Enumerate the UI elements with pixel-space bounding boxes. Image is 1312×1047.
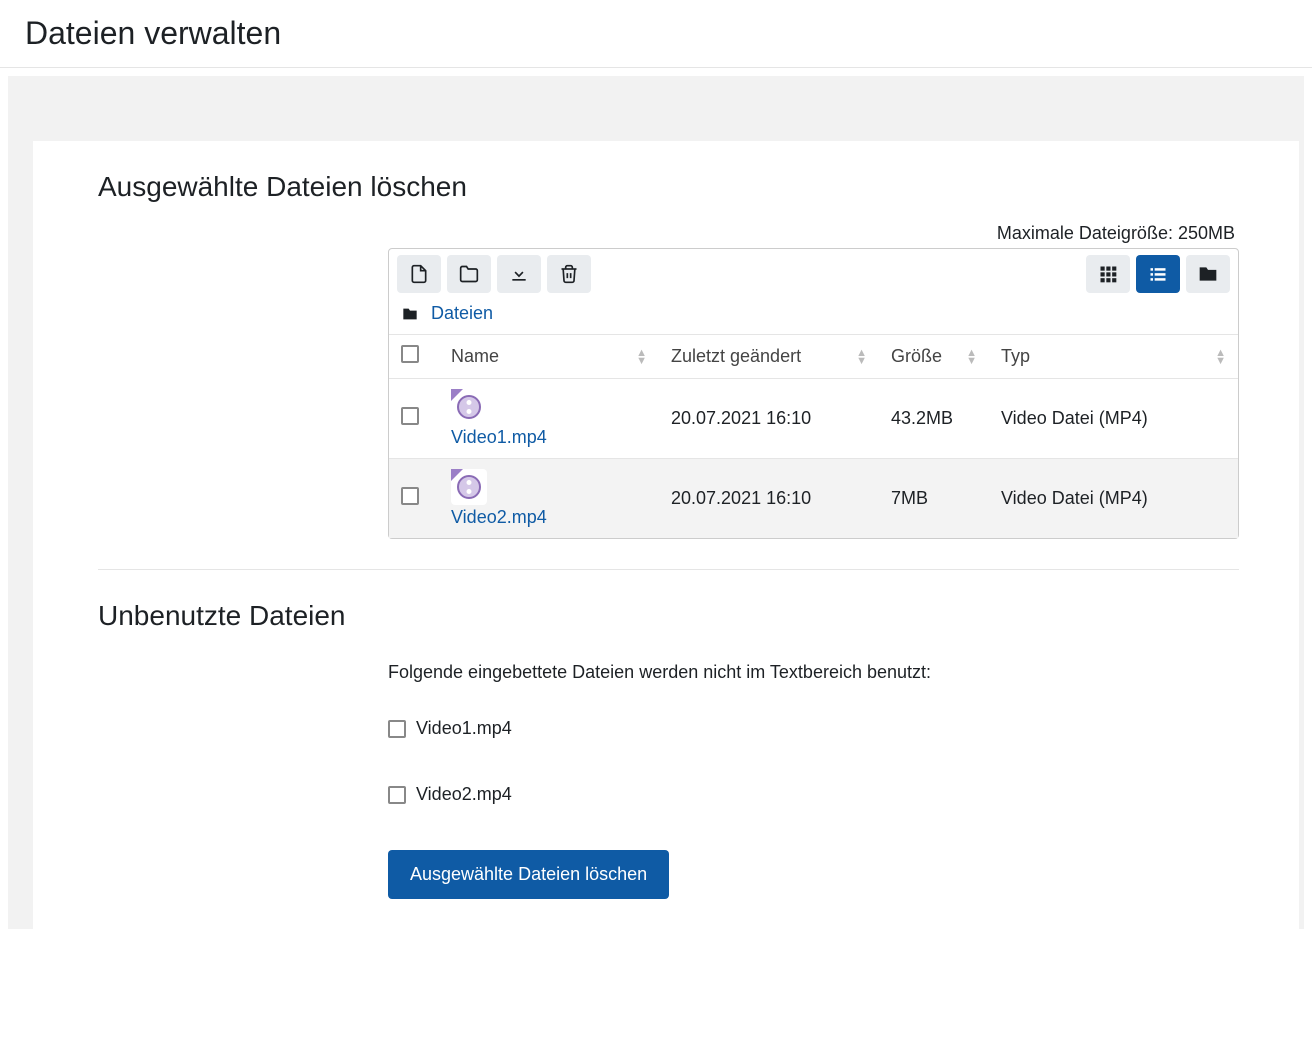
unused-file-checkbox[interactable] [388,786,406,804]
toolbar-right [1086,255,1230,293]
unused-files-section: Unbenutzte Dateien Folgende eingebettete… [98,600,1239,899]
table-row: Video2.mp4 20.07.2021 16:10 7MB Video Da… [389,459,1238,539]
sort-icon: ▲▼ [966,349,977,365]
video-file-icon [451,389,487,425]
file-modified: 20.07.2021 16:10 [659,379,879,459]
select-all-checkbox[interactable] [401,345,419,363]
unused-content: Folgende eingebettete Dateien werden nic… [388,662,1239,899]
table-row: Video1.mp4 20.07.2021 16:10 43.2MB Video… [389,379,1238,459]
view-grid-button[interactable] [1086,255,1130,293]
file-cell: Video2.mp4 [451,469,647,528]
breadcrumb-folder-icon [401,306,419,322]
view-tree-button[interactable] [1186,255,1230,293]
delete-button[interactable] [547,255,591,293]
unused-file-row: Video2.mp4 [388,784,1239,805]
outer-card: Ausgewählte Dateien löschen Maximale Dat… [8,76,1304,929]
video-file-icon [451,469,487,505]
header-size-label: Größe [891,346,942,366]
list-icon [1148,264,1168,284]
download-button[interactable] [497,255,541,293]
file-type: Video Datei (MP4) [989,379,1238,459]
table-header-row: Name ▲▼ Zuletzt geändert ▲▼ Größe ▲▼ T [389,335,1238,379]
header-type[interactable]: Typ ▲▼ [989,335,1238,379]
header-type-label: Typ [1001,346,1030,366]
delete-selected-button[interactable]: Ausgewählte Dateien löschen [388,850,669,899]
unused-file-label: Video1.mp4 [416,718,512,739]
sort-icon: ▲▼ [856,349,867,365]
breadcrumb-root-link[interactable]: Dateien [431,303,493,324]
view-list-button[interactable] [1136,255,1180,293]
new-folder-button[interactable] [447,255,491,293]
add-file-button[interactable] [397,255,441,293]
unused-file-checkbox[interactable] [388,720,406,738]
unused-file-label: Video2.mp4 [416,784,512,805]
max-filesize-label: Maximale Dateigröße: 250MB [98,223,1239,244]
file-size: 7MB [879,459,989,539]
row-checkbox[interactable] [401,407,419,425]
folder-icon [459,264,479,284]
file-icon [409,264,429,284]
header-modified-label: Zuletzt geändert [671,346,801,366]
file-link[interactable]: Video1.mp4 [451,427,547,448]
file-cell: Video1.mp4 [451,389,647,448]
file-modified: 20.07.2021 16:10 [659,459,879,539]
page-title: Dateien verwalten [0,0,1312,68]
unused-file-row: Video1.mp4 [388,718,1239,739]
header-select-all [389,335,439,379]
header-size[interactable]: Größe ▲▼ [879,335,989,379]
file-link[interactable]: Video2.mp4 [451,507,547,528]
header-name[interactable]: Name ▲▼ [439,335,659,379]
unused-description: Folgende eingebettete Dateien werden nic… [388,662,1239,683]
delete-files-heading: Ausgewählte Dateien löschen [98,171,1239,203]
trash-icon [559,264,579,284]
toolbar-left [397,255,591,293]
file-table: Name ▲▼ Zuletzt geändert ▲▼ Größe ▲▼ T [389,334,1238,538]
section-divider [98,569,1239,570]
sort-icon: ▲▼ [1215,349,1226,365]
file-size: 43.2MB [879,379,989,459]
sort-icon: ▲▼ [636,349,647,365]
row-checkbox[interactable] [401,487,419,505]
grid-icon [1098,264,1118,284]
unused-files-heading: Unbenutzte Dateien [98,600,1239,632]
download-icon [509,264,529,284]
folder-solid-icon [1198,264,1218,284]
inner-card: Ausgewählte Dateien löschen Maximale Dat… [33,141,1299,929]
breadcrumb: Dateien [389,299,1238,334]
file-type: Video Datei (MP4) [989,459,1238,539]
filepicker-toolbar [389,249,1238,299]
header-name-label: Name [451,346,499,366]
file-picker: Dateien Name ▲▼ Zuletzt geändert [388,248,1239,539]
header-modified[interactable]: Zuletzt geändert ▲▼ [659,335,879,379]
